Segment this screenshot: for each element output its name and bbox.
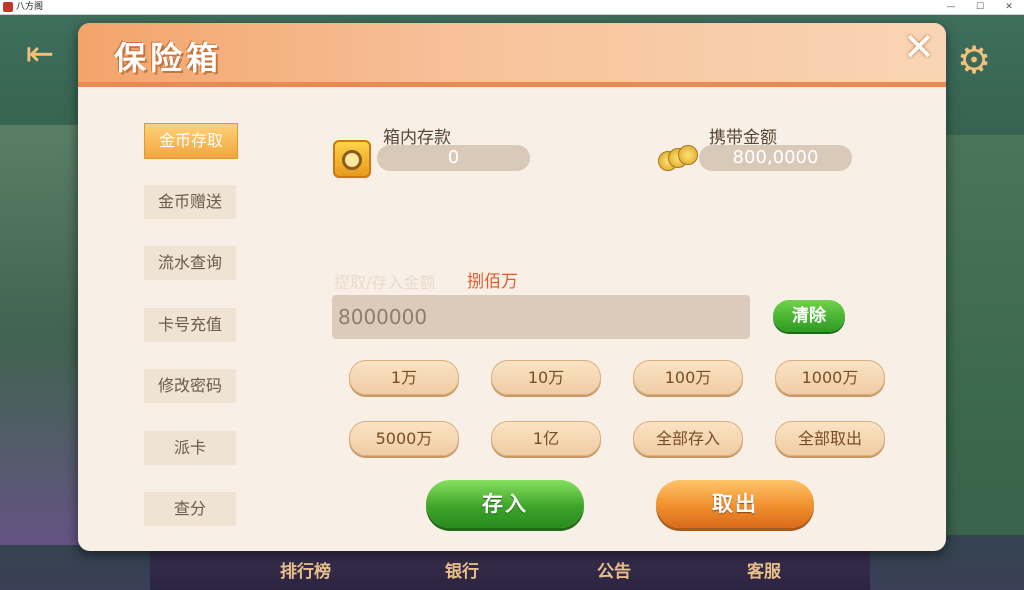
sidebar-item-send-card[interactable]: 派卡 xyxy=(144,431,236,465)
sidebar-item-change-password[interactable]: 修改密码 xyxy=(144,369,236,403)
amount-in-words: 捌佰万 xyxy=(467,272,518,292)
box-deposit-value: 0 xyxy=(377,145,530,171)
close-button[interactable]: ✕ xyxy=(901,28,937,66)
background-art-left xyxy=(0,125,80,545)
bottom-nav-bank[interactable]: 银行 xyxy=(445,557,479,582)
window-title: 八方阁 xyxy=(16,2,44,12)
clear-button[interactable]: 清除 xyxy=(773,300,845,332)
deposit-all-button[interactable]: 全部存入 xyxy=(633,421,743,456)
withdraw-all-button[interactable]: 全部取出 xyxy=(775,421,885,456)
quick-amount-button[interactable]: 5000万 xyxy=(349,421,459,456)
quick-amount-button[interactable]: 1万 xyxy=(349,360,459,395)
sidebar-item-card-recharge[interactable]: 卡号充值 xyxy=(144,308,236,342)
bottom-nav-notice[interactable]: 公告 xyxy=(597,557,631,582)
sidebar-item-coin-access[interactable]: 金币存取 xyxy=(144,123,238,159)
coins-icon xyxy=(658,145,698,171)
gear-icon[interactable]: ⚙ xyxy=(952,38,996,82)
window-close-button[interactable]: ✕ xyxy=(994,0,1024,14)
carried-amount-value: 800,0000 xyxy=(699,145,852,171)
bottom-nav-service[interactable]: 客服 xyxy=(747,557,781,582)
safe-coin-icon xyxy=(333,140,371,178)
deposit-button[interactable]: 存入 xyxy=(426,480,584,528)
sidebar-item-coin-gift[interactable]: 金币赠送 xyxy=(144,185,236,219)
app-icon xyxy=(3,2,13,12)
bottom-nav: 排行榜 银行 公告 客服 xyxy=(150,545,870,590)
amount-label: 提取/存入金额 xyxy=(334,273,436,292)
dialog-header: 保险箱 ✕ xyxy=(78,23,946,87)
exit-icon[interactable]: ⇤ xyxy=(18,34,62,74)
minimize-button[interactable]: — xyxy=(936,0,966,14)
dialog-title: 保险箱 xyxy=(114,39,223,77)
window-titlebar: 八方阁 — ☐ ✕ xyxy=(0,0,1024,15)
amount-input[interactable] xyxy=(332,295,750,339)
quick-amount-button[interactable]: 1亿 xyxy=(491,421,601,456)
safe-box-dialog: 保险箱 ✕ 金币存取 金币赠送 流水查询 卡号充值 修改密码 派卡 查分 箱内存… xyxy=(78,23,946,551)
quick-amount-button[interactable]: 100万 xyxy=(633,360,743,395)
quick-amount-button[interactable]: 1000万 xyxy=(775,360,885,395)
background-art-right xyxy=(944,135,1024,535)
sidebar-item-check-score[interactable]: 查分 xyxy=(144,492,236,526)
sidebar-item-flow-query[interactable]: 流水查询 xyxy=(144,246,236,280)
quick-amount-button[interactable]: 10万 xyxy=(491,360,601,395)
withdraw-button[interactable]: 取出 xyxy=(656,480,814,528)
bottom-nav-ranking[interactable]: 排行榜 xyxy=(280,557,331,582)
maximize-button[interactable]: ☐ xyxy=(965,0,995,14)
